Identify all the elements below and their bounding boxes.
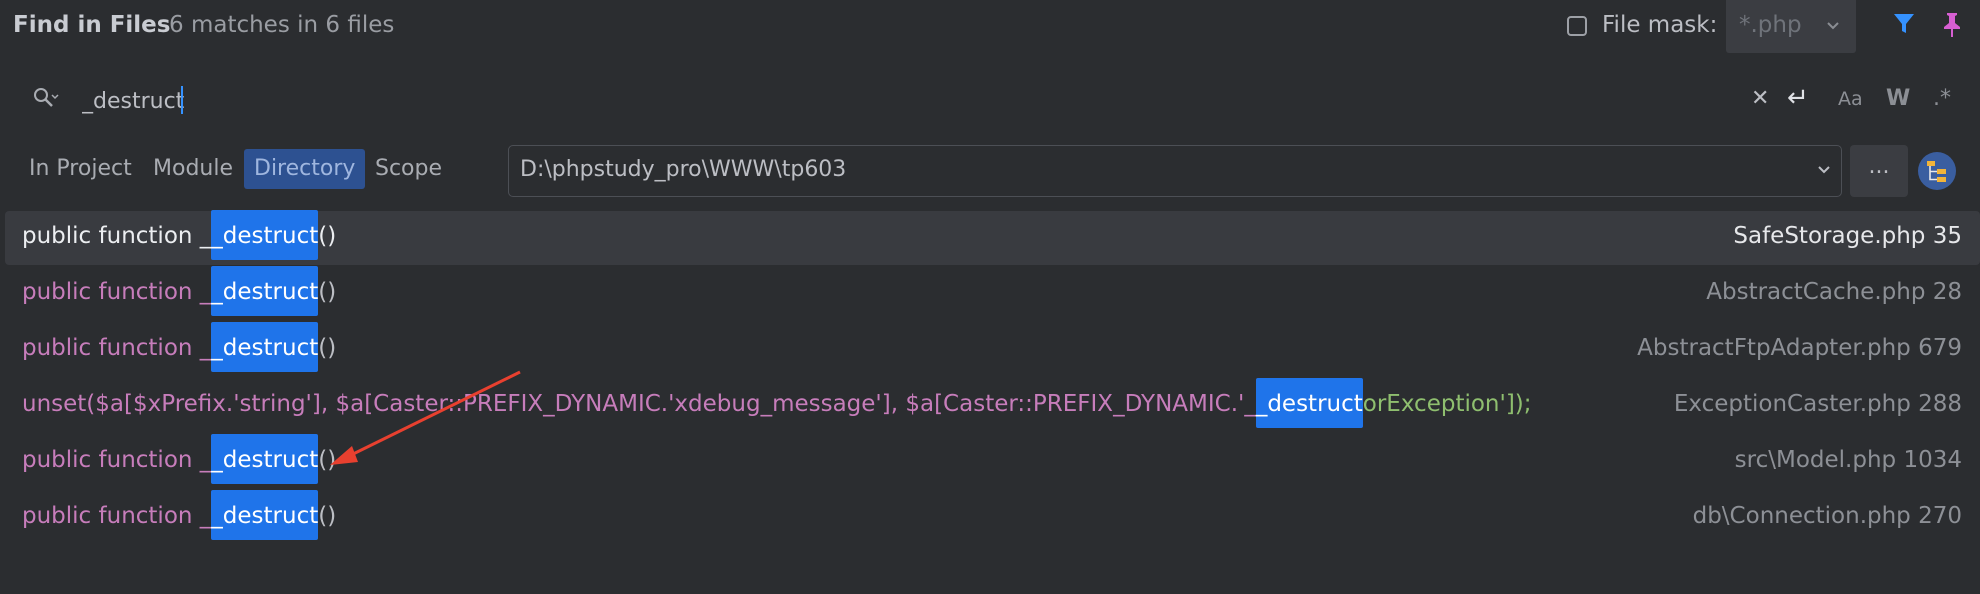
match-summary: 6 matches in 6 files [169, 12, 395, 38]
newline-icon[interactable]: ↵ [1787, 83, 1809, 113]
file-mask-checkbox[interactable] [1567, 16, 1587, 36]
clear-icon[interactable]: ✕ [1751, 86, 1769, 111]
result-file: db\Connection.php 270 [1692, 503, 1962, 529]
result-code-prefix: public function _ [22, 223, 212, 249]
filter-icon[interactable] [1893, 12, 1915, 42]
result-file: SafeStorage.php 35 [1733, 223, 1962, 249]
match-highlight: _destruct [1255, 378, 1363, 428]
tab-module[interactable]: Module [143, 149, 243, 189]
directory-path: D:\phpstudy_pro\WWW\tp603 [520, 157, 847, 182]
result-code-suffix: () [318, 335, 337, 361]
search-input[interactable] [82, 83, 1682, 119]
chevron-down-icon [1825, 14, 1841, 38]
pin-icon[interactable] [1942, 12, 1962, 44]
match-highlight: _destruct [211, 266, 319, 316]
chevron-down-icon[interactable] [1816, 158, 1832, 182]
result-code-suffix: () [318, 279, 337, 305]
result-code-prefix: public function _ [22, 335, 212, 361]
match-highlight: _destruct [211, 322, 319, 372]
match-highlight: _destruct [211, 434, 319, 484]
result-code-suffix: () [318, 223, 337, 249]
match-case-icon[interactable]: Aa [1838, 88, 1863, 110]
text-caret [181, 86, 183, 114]
regex-icon[interactable]: .* [1933, 86, 1951, 111]
tab-directory[interactable]: Directory [244, 149, 366, 189]
result-row[interactable]: unset($a[$xPrefix.'string'], $a[Caster::… [5, 378, 1980, 433]
file-mask-label[interactable]: File mask: [1602, 12, 1717, 38]
result-row[interactable]: public function __destruct() SafeStorage… [5, 210, 1980, 265]
result-row[interactable]: public function __destruct() src\Model.p… [5, 434, 1980, 489]
result-file: AbstractFtpAdapter.php 679 [1637, 335, 1962, 361]
browse-button[interactable]: ... [1850, 145, 1908, 197]
search-history-icon[interactable] [32, 86, 60, 116]
recursive-tree-icon[interactable] [1918, 152, 1956, 190]
result-file: ExceptionCaster.php 288 [1673, 391, 1962, 417]
match-highlight: _destruct [211, 210, 319, 260]
result-file: AbstractCache.php 28 [1706, 279, 1962, 305]
file-mask-value: *.php [1739, 12, 1802, 38]
result-code-suffix: orException']); [1362, 391, 1532, 417]
result-code-prefix: unset($a[$xPrefix.'string'], $a[Caster::… [22, 391, 1256, 417]
result-row[interactable]: public function __destruct() AbstractFtp… [5, 322, 1980, 377]
tab-in-project[interactable]: In Project [19, 149, 142, 189]
match-highlight: _destruct [211, 490, 319, 540]
result-row[interactable]: public function __destruct() db\Connecti… [5, 490, 1980, 545]
result-file: src\Model.php 1034 [1734, 447, 1962, 473]
result-code-prefix: public function _ [22, 447, 212, 473]
result-code-prefix: public function _ [22, 279, 212, 305]
result-code-suffix: () [318, 447, 337, 473]
result-code-prefix: public function _ [22, 503, 212, 529]
words-icon[interactable]: W [1886, 86, 1910, 111]
result-row[interactable]: public function __destruct() AbstractCac… [5, 266, 1980, 321]
result-code-suffix: () [318, 503, 337, 529]
tab-scope[interactable]: Scope [365, 149, 452, 189]
dialog-title: Find in Files [13, 12, 171, 38]
